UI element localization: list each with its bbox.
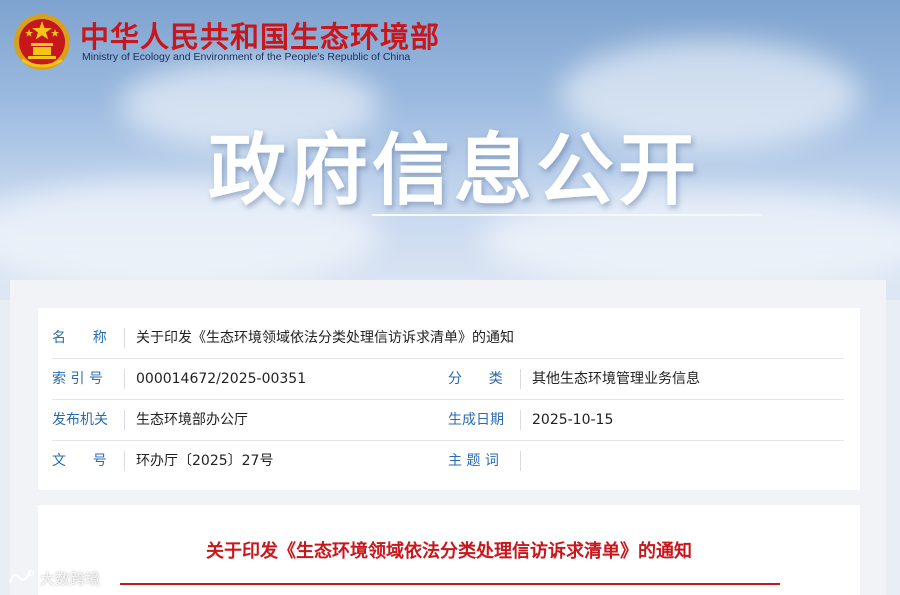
meta-value-name: 关于印发《生态环境领域依法分类处理信访诉求清单》的通知 bbox=[136, 330, 514, 346]
hero-underline bbox=[372, 214, 762, 216]
meta-separator bbox=[520, 369, 521, 389]
watermark-text: 大数跨境 bbox=[40, 569, 101, 588]
meta-label-issuer: 发布机关 bbox=[52, 412, 108, 428]
meta-separator bbox=[520, 451, 521, 471]
meta-row-index: 索 引 号 000014672/2025-00351 分 类 其他生态环境管理业… bbox=[52, 359, 844, 400]
title-divider bbox=[120, 583, 780, 585]
meta-separator bbox=[124, 369, 125, 389]
document-title: 关于印发《生态环境领域依法分类处理信访诉求清单》的通知 bbox=[206, 541, 692, 562]
ministry-name-en[interactable]: Ministry of Ecology and Environment of t… bbox=[82, 51, 410, 63]
header-banner: 中华人民共和国生态环境部 Ministry of Ecology and Env… bbox=[0, 0, 900, 300]
meta-label-date: 生成日期 bbox=[448, 412, 504, 428]
meta-value-category: 其他生态环境管理业务信息 bbox=[532, 371, 700, 387]
ministry-name-cn[interactable]: 中华人民共和国生态环境部 bbox=[80, 14, 440, 56]
meta-label-index-no: 索 引 号 bbox=[52, 371, 103, 387]
meta-label-keywords: 主 题 词 bbox=[448, 453, 499, 469]
national-emblem-icon[interactable] bbox=[12, 12, 72, 72]
watermark: 大数跨境 bbox=[6, 565, 100, 591]
meta-row-docno: 文 号 环办厅〔2025〕27号 主 题 词 bbox=[52, 441, 844, 481]
watermark-logo-icon bbox=[8, 569, 35, 583]
meta-row-issuer: 发布机关 生态环境部办公厅 生成日期 2025-10-15 bbox=[52, 400, 844, 441]
meta-value-index-no: 000014672/2025-00351 bbox=[136, 371, 307, 387]
meta-separator bbox=[124, 410, 125, 430]
meta-label-category: 分 类 bbox=[448, 371, 503, 387]
meta-value-date: 2025-10-15 bbox=[532, 412, 614, 428]
meta-separator bbox=[520, 410, 521, 430]
meta-value-issuer: 生态环境部办公厅 bbox=[136, 412, 248, 428]
page-hero-title: 政府信息公开 bbox=[208, 126, 701, 216]
meta-value-doc-no: 环办厅〔2025〕27号 bbox=[136, 453, 274, 469]
meta-label-name: 名 称 bbox=[52, 330, 107, 346]
document-card: 关于印发《生态环境领域依法分类处理信访诉求清单》的通知 bbox=[38, 505, 860, 595]
meta-label-doc-no: 文 号 bbox=[52, 453, 107, 469]
meta-separator bbox=[124, 451, 125, 471]
meta-row-name: 名 称 关于印发《生态环境领域依法分类处理信访诉求清单》的通知 bbox=[52, 318, 844, 359]
meta-separator bbox=[124, 328, 125, 348]
metadata-card: 名 称 关于印发《生态环境领域依法分类处理信访诉求清单》的通知 索 引 号 00… bbox=[38, 308, 860, 490]
